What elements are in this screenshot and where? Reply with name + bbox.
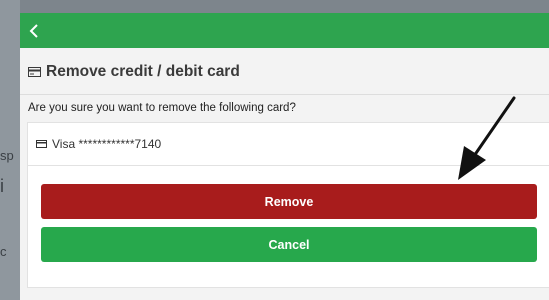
credit-card-icon — [28, 67, 41, 77]
card-label: Visa ************7140 — [52, 137, 162, 151]
remove-button[interactable]: Remove — [41, 184, 537, 219]
dialog-title-row: Remove credit / debit card — [28, 60, 240, 84]
background-text: i — [0, 176, 4, 196]
annotation-arrow-icon — [458, 96, 516, 180]
back-button[interactable] — [20, 13, 48, 48]
background-text: c — [0, 244, 7, 259]
cancel-button-label: Cancel — [268, 237, 310, 252]
dialog-title: Remove credit / debit card — [46, 63, 240, 80]
background-text: sp — [0, 148, 14, 163]
header-bar — [20, 13, 549, 48]
credit-card-icon — [36, 140, 47, 148]
chevron-left-icon — [29, 23, 38, 38]
remove-button-label: Remove — [264, 194, 314, 209]
cancel-button[interactable]: Cancel — [41, 227, 537, 262]
confirmation-question: Are you sure you want to remove the foll… — [28, 102, 296, 114]
